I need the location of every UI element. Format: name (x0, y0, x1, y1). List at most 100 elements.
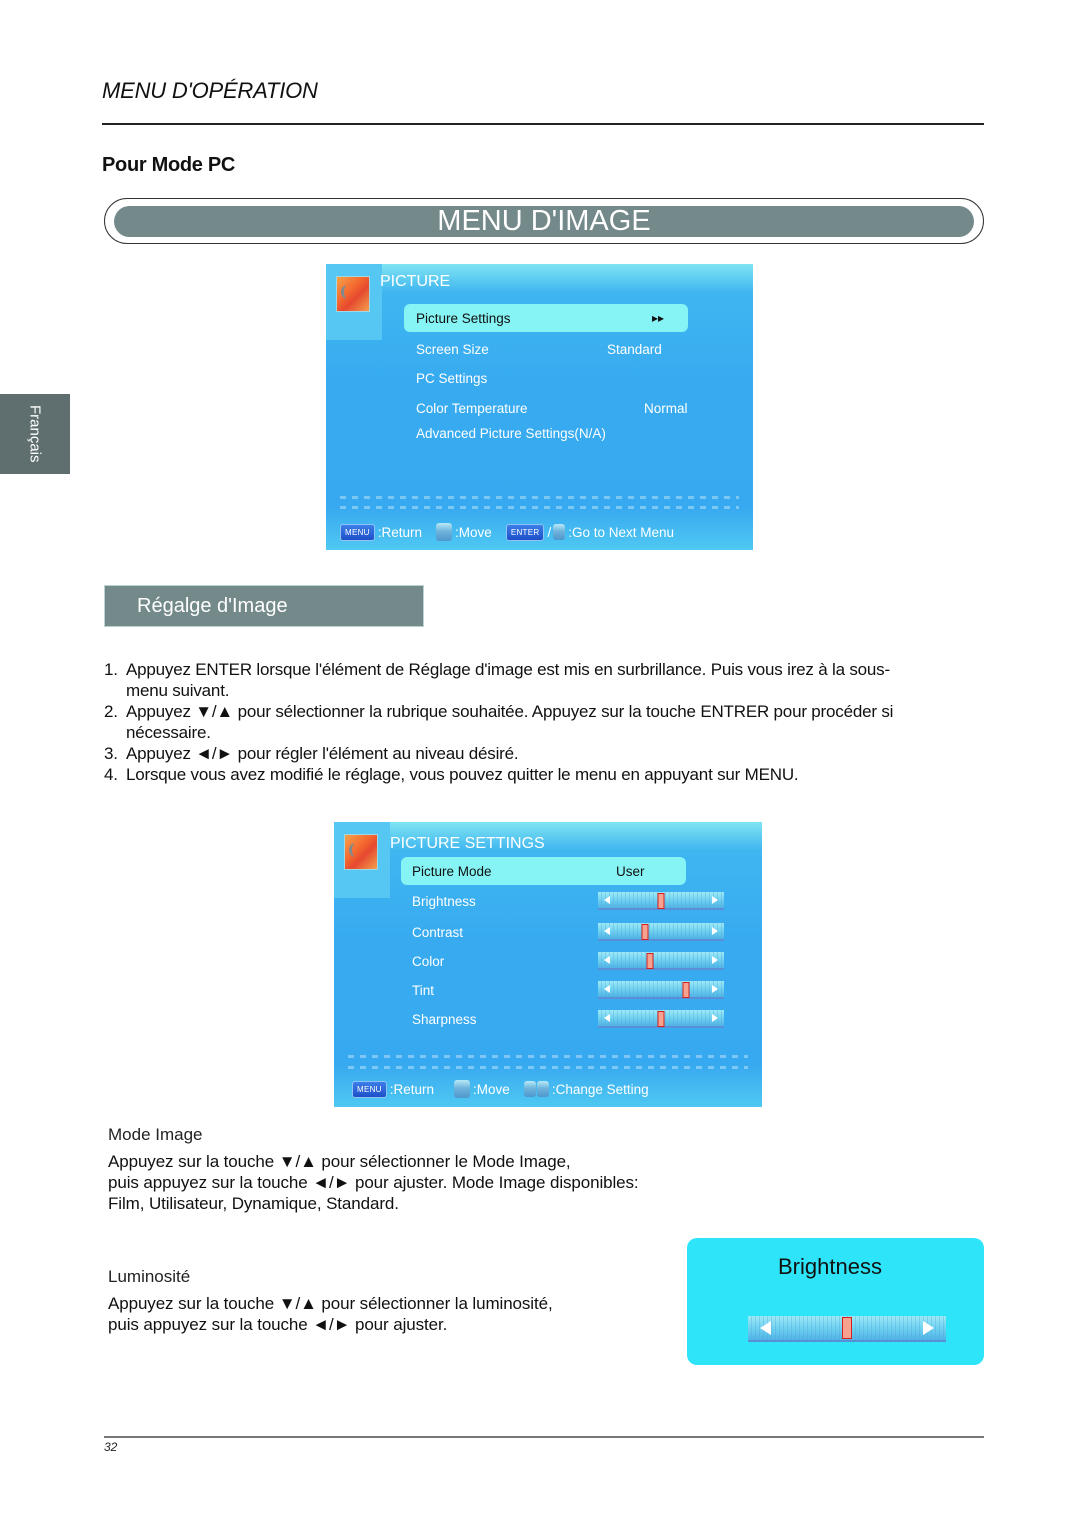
brightness-card-slider[interactable] (748, 1316, 946, 1342)
header-divider (102, 123, 984, 125)
slider-handle[interactable] (657, 1011, 665, 1027)
picture-mode-label: Picture Mode (412, 863, 492, 879)
osd-settings-footer: MENU :Return :Move :Change Setting (352, 1080, 649, 1098)
change-setting-hint: :Change Setting (551, 1081, 649, 1097)
instruction-steps: 1. Appuyez ENTER lorsque l'élément de Ré… (104, 659, 924, 785)
separator: / (547, 524, 552, 540)
slider-label: Color (412, 953, 445, 969)
setting-slider[interactable] (598, 923, 724, 941)
arrow-left-icon[interactable] (604, 1014, 610, 1022)
osd-picture-settings-title: PICTURE SETTINGS (390, 835, 545, 852)
menu-item-label: Picture Settings (416, 310, 511, 326)
slider-label: Sharpness (412, 1011, 477, 1027)
menu-item-color-temperature[interactable]: Color Temperature Normal (404, 394, 704, 422)
language-tab-label: Français (26, 405, 44, 463)
right-nav-icon (553, 524, 566, 540)
step-text: Lorsque vous avez modifié le réglage, vo… (126, 765, 799, 784)
mode-image-line: Appuyez sur la touche ▼/▲ pour sélection… (108, 1152, 571, 1171)
menu-item-screen-size[interactable]: Screen Size Standard (404, 335, 688, 363)
page-number: 32 (104, 1440, 118, 1454)
slider-row-sharpness[interactable]: Sharpness (401, 1005, 741, 1033)
osd-divider (340, 496, 739, 499)
right-nav-icon (536, 1081, 549, 1097)
menu-item-pc-settings[interactable]: PC Settings (404, 364, 688, 392)
menu-item-value: Normal (644, 400, 688, 416)
slider-row-contrast[interactable]: Contrast (401, 918, 741, 946)
up-down-nav-icon (436, 523, 453, 541)
picture-icon (344, 834, 378, 870)
slider-handle[interactable] (646, 953, 654, 969)
brightness-card: Brightness (687, 1238, 984, 1365)
osd-divider (340, 506, 739, 509)
osd-picture-title: PICTURE (380, 273, 451, 290)
picture-mode-value: User (616, 863, 645, 879)
brightness-card-title: Brightness (778, 1254, 882, 1279)
picture-mode-row[interactable]: Picture Mode User (401, 857, 686, 885)
return-hint: :Return (389, 1081, 435, 1097)
arrow-right-icon[interactable] (712, 985, 718, 993)
arrow-right-icon[interactable] (923, 1321, 934, 1335)
menu-banner: MENU D'IMAGE (104, 198, 984, 244)
arrow-left-icon[interactable] (604, 956, 610, 964)
menu-banner-title: MENU D'IMAGE (114, 205, 974, 237)
osd-picture-menu: PICTURE Picture Settings ▸▸ Screen Size … (326, 264, 753, 550)
slider-handle[interactable] (641, 924, 649, 940)
menu-key-icon: MENU (352, 1080, 387, 1098)
osd-divider (348, 1066, 748, 1069)
section-heading-bar: Régalge d'Image (104, 585, 424, 627)
osd-picture-footer: MENU :Return :Move ENTER / :Go to Next M… (340, 523, 674, 541)
instruction-step: 4. Lorsque vous avez modifié le réglage,… (104, 764, 924, 785)
step-text: Appuyez ◄/► pour régler l'élément au niv… (126, 744, 519, 763)
step-text: Appuyez ▼/▲ pour sélectionner la rubriqu… (126, 702, 894, 742)
mode-image-description: Appuyez sur la touche ▼/▲ pour sélection… (108, 1151, 639, 1214)
slider-row-tint[interactable]: Tint (401, 976, 741, 1004)
footer-divider (104, 1436, 984, 1438)
move-hint: :Move (455, 524, 492, 540)
menu-item-label: Advanced Picture Settings(N/A) (416, 425, 606, 441)
picture-thumbnail-frame (334, 822, 390, 898)
setting-slider[interactable] (598, 952, 724, 970)
arrow-right-icon[interactable] (712, 927, 718, 935)
arrow-right-icon[interactable] (712, 1014, 718, 1022)
mode-image-line: Film, Utilisateur, Dynamique, Standard. (108, 1194, 399, 1213)
subtitle: Pour Mode PC (102, 154, 236, 176)
language-tab: Français (0, 394, 70, 474)
double-arrow-right-icon: ▸▸ (652, 311, 665, 325)
picture-thumbnail-frame (326, 264, 382, 340)
arrow-left-icon[interactable] (604, 896, 610, 904)
luminosite-heading: Luminosité (108, 1267, 191, 1286)
menu-key-icon: MENU (340, 523, 375, 541)
menu-item-label: Screen Size (416, 341, 489, 357)
step-text: Appuyez ENTER lorsque l'élément de Régla… (126, 660, 890, 700)
mode-image-line: puis appuyez sur la touche ◄/► pour ajus… (108, 1173, 639, 1192)
arrow-right-icon[interactable] (712, 896, 718, 904)
step-number: 3. (104, 744, 118, 763)
setting-slider[interactable] (598, 981, 724, 999)
slider-label: Tint (412, 982, 435, 998)
slider-handle[interactable] (682, 982, 690, 998)
setting-slider[interactable] (598, 892, 724, 910)
arrow-left-icon[interactable] (760, 1321, 771, 1335)
slider-label: Contrast (412, 924, 464, 940)
left-nav-icon (523, 1081, 536, 1097)
arrow-right-icon[interactable] (712, 956, 718, 964)
up-down-nav-icon (454, 1080, 471, 1098)
arrow-left-icon[interactable] (604, 927, 610, 935)
instruction-step: 3. Appuyez ◄/► pour régler l'élément au … (104, 743, 924, 764)
slider-row-brightness[interactable]: Brightness (401, 887, 741, 915)
slider-row-color[interactable]: Color (401, 947, 741, 975)
step-number: 2. (104, 702, 118, 721)
section-title: MENU D'OPÉRATION (102, 78, 318, 103)
picture-icon (336, 276, 370, 312)
arrow-left-icon[interactable] (604, 985, 610, 993)
menu-item-label: Color Temperature (416, 400, 528, 416)
setting-slider[interactable] (598, 1010, 724, 1028)
menu-item-advanced-picture-settings[interactable]: Advanced Picture Settings(N/A) (404, 419, 704, 447)
slider-handle[interactable] (657, 893, 665, 909)
menu-item-label: PC Settings (416, 370, 488, 386)
menu-item-picture-settings[interactable]: Picture Settings ▸▸ (404, 304, 688, 332)
slider-label: Brightness (412, 893, 476, 909)
move-hint: :Move (473, 1081, 510, 1097)
slider-handle[interactable] (842, 1317, 852, 1339)
menu-item-value: Standard (607, 341, 662, 357)
